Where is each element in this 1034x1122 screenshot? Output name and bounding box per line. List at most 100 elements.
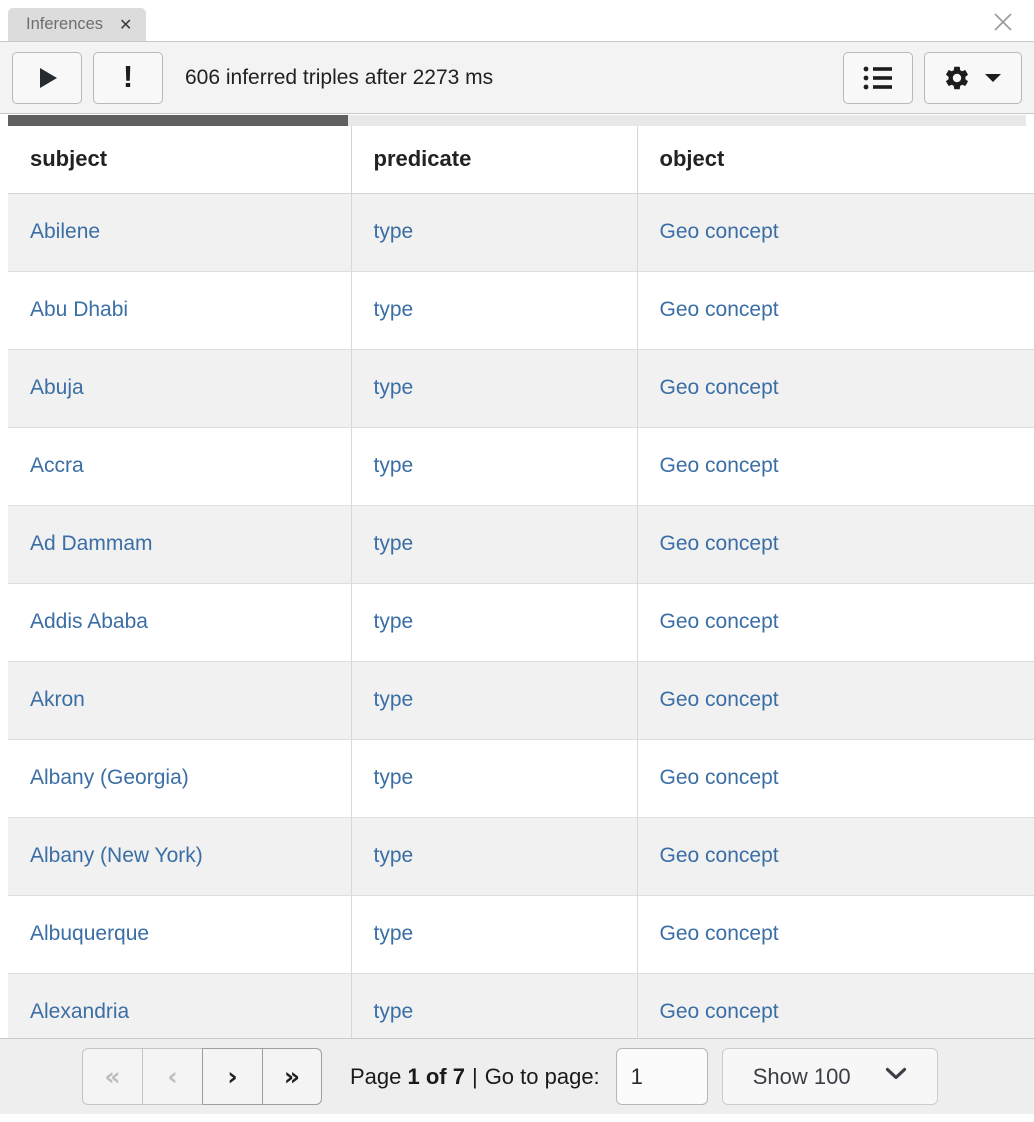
- exclamation-icon: !: [123, 61, 133, 92]
- table-cell-object: Geo concept: [637, 193, 1034, 271]
- cell-link[interactable]: Geo concept: [660, 532, 779, 555]
- cell-link[interactable]: Geo concept: [660, 922, 779, 945]
- first-page-button[interactable]: «: [82, 1048, 142, 1105]
- table-cell-predicate: type: [351, 193, 637, 271]
- goto-page-input[interactable]: [616, 1048, 708, 1105]
- cell-link[interactable]: Accra: [30, 454, 84, 477]
- cell-link[interactable]: Geo concept: [660, 844, 779, 867]
- list-icon: [862, 65, 894, 91]
- tab-inferences[interactable]: Inferences ✕: [8, 8, 146, 41]
- pagination-bar: « ‹ › » Page 1 of 7|Go to page: Show 100: [0, 1038, 1034, 1114]
- table-cell-predicate: type: [351, 973, 637, 1038]
- table-cell-subject: Accra: [8, 427, 351, 505]
- explain-button[interactable]: !: [93, 52, 163, 104]
- table-cell-subject: Albany (Georgia): [8, 739, 351, 817]
- table-cell-object: Geo concept: [637, 739, 1034, 817]
- cell-link[interactable]: type: [374, 220, 414, 243]
- chevron-down-icon: [885, 1067, 907, 1086]
- table-cell-subject: Ad Dammam: [8, 505, 351, 583]
- table-cell-object: Geo concept: [637, 895, 1034, 973]
- table-cell-object: Geo concept: [637, 583, 1034, 661]
- last-page-button[interactable]: »: [262, 1048, 322, 1105]
- page-info-separator: |: [472, 1064, 478, 1089]
- table-row: Albuquerque type Geo concept: [8, 895, 1034, 973]
- cell-link[interactable]: type: [374, 454, 414, 477]
- window-close-icon[interactable]: [990, 9, 1016, 35]
- column-header-predicate[interactable]: predicate: [351, 126, 637, 193]
- cell-link[interactable]: Abu Dhabi: [30, 298, 128, 321]
- cell-link[interactable]: type: [374, 688, 414, 711]
- chevron-down-icon: [983, 71, 1003, 84]
- gear-icon: [943, 64, 971, 92]
- run-inference-button[interactable]: [12, 52, 82, 104]
- page-size-select[interactable]: Show 100: [722, 1048, 938, 1105]
- inference-status-text: 606 inferred triples after 2273 ms: [185, 66, 493, 90]
- cell-link[interactable]: Abilene: [30, 220, 100, 243]
- table-cell-subject: Abilene: [8, 193, 351, 271]
- cell-link[interactable]: Alexandria: [30, 1000, 129, 1023]
- table-cell-object: Geo concept: [637, 271, 1034, 349]
- table-row: Addis Ababa type Geo concept: [8, 583, 1034, 661]
- table-cell-subject: Abu Dhabi: [8, 271, 351, 349]
- table-cell-predicate: type: [351, 349, 637, 427]
- cell-link[interactable]: Geo concept: [660, 688, 779, 711]
- cell-link[interactable]: type: [374, 376, 414, 399]
- cell-link[interactable]: Addis Ababa: [30, 610, 148, 633]
- cell-link[interactable]: type: [374, 298, 414, 321]
- results-table-container: subject predicate object Abilene type Geo …: [8, 126, 1034, 1038]
- column-header-subject[interactable]: subject: [8, 126, 351, 193]
- table-cell-subject: Addis Ababa: [8, 583, 351, 661]
- cell-link[interactable]: Ad Dammam: [30, 532, 153, 555]
- horizontal-scrollbar-thumb[interactable]: [8, 115, 348, 126]
- table-row: Alexandria type Geo concept: [8, 973, 1034, 1038]
- table-cell-object: Geo concept: [637, 505, 1034, 583]
- page-info-current: 1 of 7: [408, 1064, 465, 1089]
- table-row: Abilene type Geo concept: [8, 193, 1034, 271]
- cell-link[interactable]: Akron: [30, 688, 85, 711]
- cell-link[interactable]: type: [374, 766, 414, 789]
- next-page-button[interactable]: ›: [202, 1048, 262, 1105]
- table-cell-object: Geo concept: [637, 349, 1034, 427]
- cell-link[interactable]: Geo concept: [660, 610, 779, 633]
- table-cell-predicate: type: [351, 661, 637, 739]
- table-header: subject predicate object: [8, 126, 1034, 193]
- play-icon: [32, 63, 62, 93]
- table-cell-predicate: type: [351, 739, 637, 817]
- cell-link[interactable]: Albany (Georgia): [30, 766, 189, 789]
- previous-page-button[interactable]: ‹: [142, 1048, 202, 1105]
- settings-menu-button[interactable]: [924, 52, 1022, 104]
- table-row: Albany (New York) type Geo concept: [8, 817, 1034, 895]
- table-cell-predicate: type: [351, 583, 637, 661]
- table-row: Ad Dammam type Geo concept: [8, 505, 1034, 583]
- cell-link[interactable]: type: [374, 844, 414, 867]
- tab-close-icon[interactable]: ✕: [119, 17, 132, 33]
- cell-link[interactable]: type: [374, 610, 414, 633]
- toolbar: ! 606 inferred triples after 2273 ms: [0, 41, 1034, 114]
- cell-link[interactable]: Geo concept: [660, 454, 779, 477]
- table-cell-object: Geo concept: [637, 817, 1034, 895]
- table-cell-subject: Albuquerque: [8, 895, 351, 973]
- horizontal-scrollbar-track[interactable]: [8, 115, 1026, 126]
- cell-link[interactable]: Geo concept: [660, 298, 779, 321]
- column-header-object[interactable]: object: [637, 126, 1034, 193]
- cell-link[interactable]: Albany (New York): [30, 844, 203, 867]
- table-cell-predicate: type: [351, 895, 637, 973]
- cell-link[interactable]: Albuquerque: [30, 922, 149, 945]
- cell-link[interactable]: Geo concept: [660, 766, 779, 789]
- table-row: Abu Dhabi type Geo concept: [8, 271, 1034, 349]
- table-cell-predicate: type: [351, 427, 637, 505]
- cell-link[interactable]: type: [374, 922, 414, 945]
- cell-link[interactable]: type: [374, 532, 414, 555]
- cell-link[interactable]: type: [374, 1000, 414, 1023]
- cell-link[interactable]: Geo concept: [660, 1000, 779, 1023]
- table-body: Abilene type Geo concept Abu Dhabi type Geo c…: [8, 193, 1034, 1038]
- table-cell-object: Geo concept: [637, 427, 1034, 505]
- table-cell-subject: Abuja: [8, 349, 351, 427]
- cell-link[interactable]: Geo concept: [660, 220, 779, 243]
- table-cell-subject: Alexandria: [8, 973, 351, 1038]
- cell-link[interactable]: Geo concept: [660, 376, 779, 399]
- table-cell-object: Geo concept: [637, 973, 1034, 1038]
- table-cell-predicate: type: [351, 817, 637, 895]
- list-view-button[interactable]: [843, 52, 913, 104]
- cell-link[interactable]: Abuja: [30, 376, 84, 399]
